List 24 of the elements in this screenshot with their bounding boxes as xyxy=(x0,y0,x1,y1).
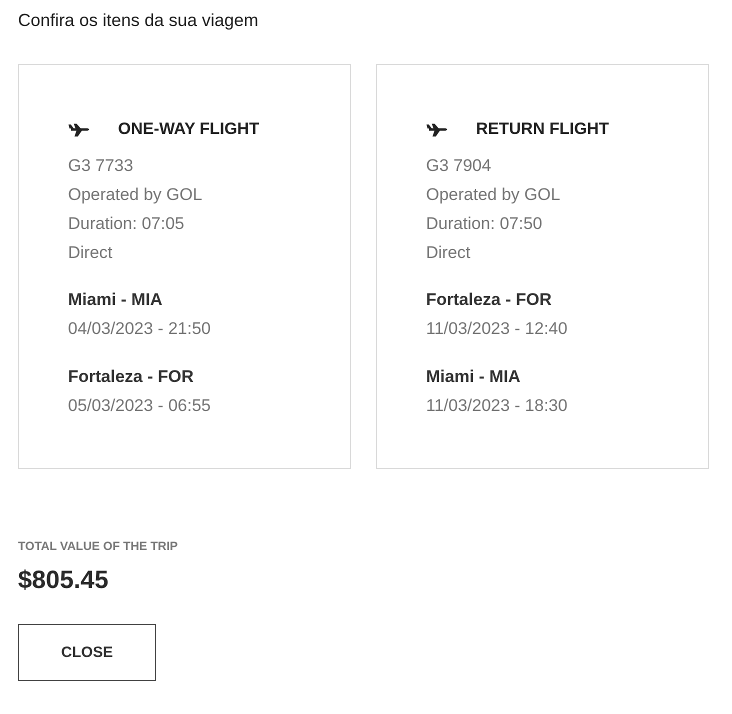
stops-text: Direct xyxy=(426,242,472,264)
airport-name: Fortaleza - FOR xyxy=(426,289,553,311)
airplane-icon xyxy=(68,122,91,136)
operator-text: Operated by GOL xyxy=(426,184,562,206)
page-heading: Confira os itens da sua viagem xyxy=(18,9,260,32)
airport-name: Miami - MIA xyxy=(426,366,522,388)
duration-text: Duration: 07:50 xyxy=(426,213,544,235)
stops-text: Direct xyxy=(68,242,114,264)
date-time-text: 05/03/2023 - 06:55 xyxy=(68,395,212,417)
close-button[interactable]: CLOSE xyxy=(18,624,156,681)
airplane-icon xyxy=(426,122,449,136)
date-time-text: 11/03/2023 - 12:40 xyxy=(426,318,568,340)
date-time-text: 04/03/2023 - 21:50 xyxy=(68,318,212,340)
airport-name: Fortaleza - FOR xyxy=(68,366,195,388)
airport-name: Miami - MIA xyxy=(68,289,164,311)
total-price: $805.45 xyxy=(18,565,110,595)
flight-number: G3 7904 xyxy=(426,155,492,177)
flight-title: RETURN FLIGHT xyxy=(476,120,609,138)
flight-number: G3 7733 xyxy=(68,155,134,177)
date-time-text: 11/03/2023 - 18:30 xyxy=(426,395,568,417)
flight-title: ONE-WAY FLIGHT xyxy=(118,120,260,138)
duration-text: Duration: 07:05 xyxy=(68,213,186,235)
operator-text: Operated by GOL xyxy=(68,184,204,206)
total-label: TOTAL VALUE OF THE TRIP xyxy=(18,538,179,554)
